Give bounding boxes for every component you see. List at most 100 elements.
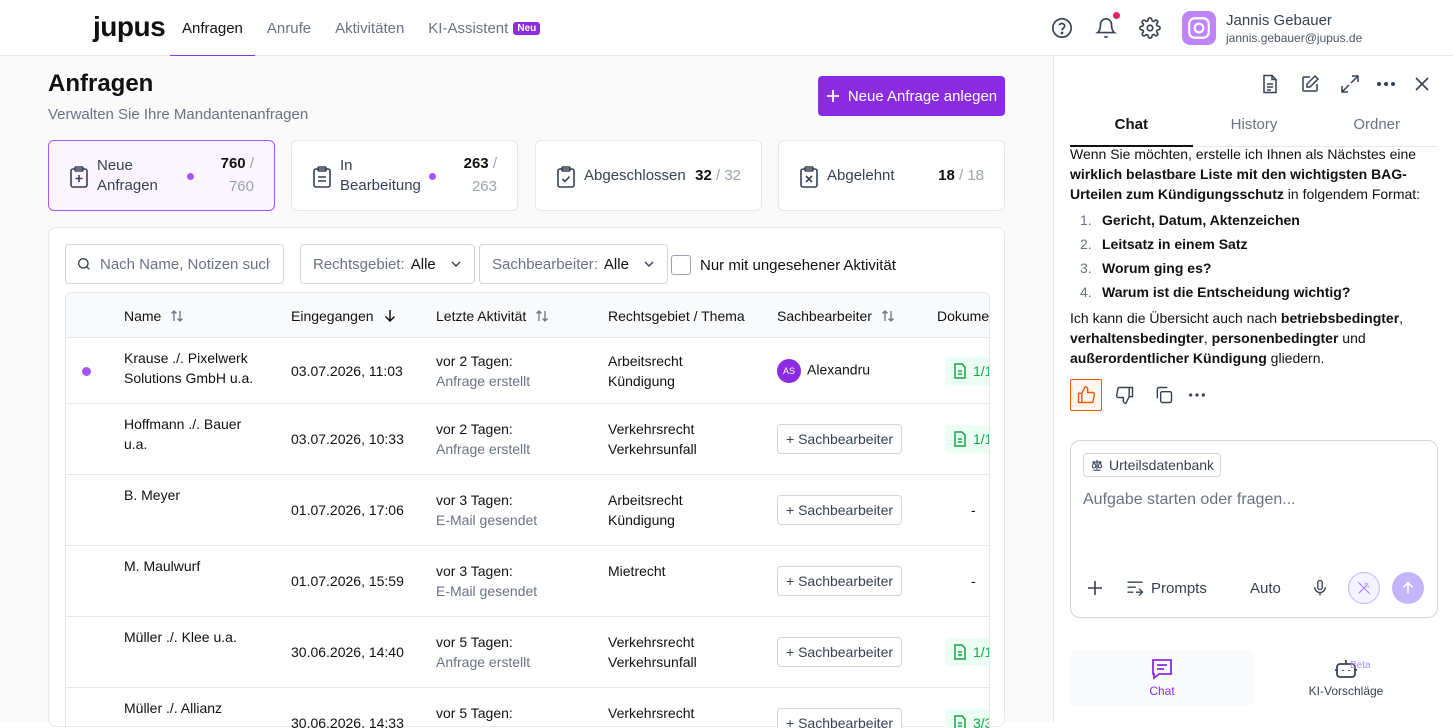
col-name[interactable]: Name [124, 293, 185, 338]
search-input[interactable] [100, 255, 270, 273]
microphone-icon[interactable] [1304, 572, 1336, 604]
help-icon[interactable] [1051, 17, 1073, 39]
stat-card-abgelehnt[interactable]: Abgelehnt 18 / 18 [778, 140, 1005, 211]
jupus-logo[interactable]: jupus [93, 11, 166, 43]
stat-card-neue-anfragen[interactable]: Neue Anfragen 760 / 760 [48, 140, 275, 211]
sachbearbeiter-filter[interactable]: Sachbearbeiter: Alle [479, 244, 668, 284]
magic-wand-icon[interactable] [1348, 572, 1380, 604]
document-icon[interactable] [1260, 74, 1280, 94]
more-options-icon[interactable] [1181, 379, 1213, 411]
add-sachbearbeiter-button[interactable]: + Sachbearbeiter [777, 637, 903, 667]
documents-badge[interactable]: 1/1 [945, 357, 989, 385]
nav-aktivitaeten-label: Aktivitäten [335, 19, 405, 37]
chip-label: Urteilsdatenbank [1109, 457, 1215, 473]
sort-icon [536, 309, 549, 322]
documents-none: - [971, 573, 976, 589]
chat-input[interactable] [1083, 491, 1423, 551]
copy-icon[interactable] [1148, 379, 1180, 411]
col-sachbearbeiter-label: Sachbearbeiter [777, 307, 872, 324]
row-activity: vor 5 Tagen: [436, 705, 513, 721]
sort-icon [171, 309, 184, 322]
nav-anrufe[interactable]: Anrufe [255, 0, 323, 56]
col-eingegangen[interactable]: Eingegangen [291, 293, 398, 338]
documents-badge[interactable]: 1/1 [945, 425, 989, 453]
inquiries-table-card: Rechtsgebiet: Alle Sachbearbeiter: Alle … [48, 227, 1005, 728]
urteilsdatenbank-chip[interactable]: Urteilsdatenbank [1083, 453, 1222, 477]
col-dokumente[interactable]: Dokumente [937, 293, 989, 338]
table-row[interactable]: Müller ./. Allianz 30.06.2026, 14:33 vor… [66, 688, 989, 728]
tab-chat[interactable]: Chat [1070, 103, 1193, 147]
thumbs-down-icon[interactable] [1109, 379, 1141, 411]
col-letzte-aktivitaet[interactable]: Letzte Aktivität [436, 293, 550, 338]
nav-ki-assistent-label: KI-Assistent [428, 19, 509, 37]
search-box[interactable] [65, 244, 284, 284]
bottom-tab-chat[interactable]: Chat [1070, 650, 1254, 706]
page-title: Anfragen [48, 70, 154, 97]
stat-label: Abgeschlossen [584, 167, 686, 184]
row-name: B. Meyer [124, 487, 181, 503]
add-attachment-button[interactable] [1085, 572, 1105, 604]
stat-label-2: Anfragen [97, 177, 158, 194]
more-options-icon[interactable] [1376, 74, 1396, 94]
chat-list: 1. Gericht, Datum, Aktenzeichen 2. Leitsat… [1070, 208, 1442, 304]
user-avatar[interactable] [1182, 11, 1216, 45]
col-sachbearbeiter[interactable]: Sachbearbeiter [777, 293, 896, 338]
nav-ki-assistent[interactable]: KI-Assistent Neu [416, 0, 552, 56]
mode-selector[interactable]: Auto [1250, 572, 1281, 604]
table-header: Name Eingegangen Letzte Aktivität Rechts… [66, 293, 989, 338]
send-arrow-icon[interactable] [1392, 572, 1424, 604]
prompts-button[interactable]: Prompts [1125, 572, 1207, 604]
table-row[interactable]: Müller ./. Klee u.a. 30.06.2026, 14:40 v… [66, 617, 989, 688]
new-inquiry-button[interactable]: Neue Anfrage anlegen [818, 76, 1005, 116]
documents-badge[interactable]: 1/1 [945, 638, 989, 666]
table-row[interactable]: Krause ./. Pixelwerk Solutions GmbH u.a. … [66, 338, 989, 404]
notification-dot [1113, 12, 1120, 19]
row-area: Arbeitsrecht Kündigung [608, 353, 683, 389]
table-row[interactable]: M. Maulwurf 01.07.2026, 15:59 vor 3 Tage… [66, 546, 989, 617]
tab-history[interactable]: History [1193, 103, 1316, 146]
document-icon [954, 431, 966, 447]
documents-none: - [971, 502, 976, 518]
close-icon[interactable] [1412, 74, 1432, 94]
clipboard-check-icon [556, 166, 576, 188]
side-tabs: Chat History Ordner [1070, 103, 1438, 147]
mode-label: Auto [1250, 579, 1281, 597]
plus-icon [1088, 581, 1102, 595]
tab-history-label: History [1230, 116, 1278, 133]
tab-ordner[interactable]: Ordner [1315, 103, 1438, 146]
stat-count: 18 / 18 [938, 167, 984, 184]
documents-badge[interactable]: 3/3 [945, 709, 989, 728]
stat-label-1: Neue [97, 157, 133, 174]
bottom-tab-ki-vorschlaege[interactable]: KI-Vorschläge Beta [1254, 650, 1438, 706]
add-sachbearbeiter-button[interactable]: + Sachbearbeiter [777, 495, 903, 525]
table-row[interactable]: B. Meyer 01.07.2026, 17:06 vor 3 Tagen: E… [66, 475, 989, 546]
edit-icon[interactable] [1300, 74, 1320, 94]
stat-card-in-bearbeitung[interactable]: In Bearbeitung 263 / 263 [291, 140, 518, 211]
row-area: Verkehrsrecht [608, 705, 695, 721]
document-icon [954, 363, 966, 379]
settings-gear-icon[interactable] [1139, 17, 1161, 39]
col-rechtsgebiet[interactable]: Rechtsgebiet / Thema [608, 293, 745, 338]
row-sachbearbeiter[interactable]: AS Alexandru [777, 359, 870, 383]
rechtsgebiet-filter[interactable]: Rechtsgebiet: Alle [300, 244, 475, 284]
user-name[interactable]: Jannis Gebauer [1226, 12, 1332, 29]
add-sachbearbeiter-button[interactable]: + Sachbearbeiter [777, 424, 903, 454]
bell-icon[interactable] [1095, 17, 1117, 39]
row-activity: vor 2 Tagen: Anfrage erstellt [436, 421, 531, 457]
row-date: 30.06.2026, 14:40 [291, 644, 404, 660]
add-sachbearbeiter-button[interactable]: + Sachbearbeiter [777, 708, 903, 728]
table-row[interactable]: Hoffmann ./. Bauer u.a. 03.07.2026, 10:33… [66, 404, 989, 475]
unseen-activity-label[interactable]: Nur mit ungesehener Aktivität [700, 257, 896, 274]
stat-total: 760 [228, 178, 254, 195]
nav-aktivitaeten[interactable]: Aktivitäten [323, 0, 416, 56]
thumbs-up-icon[interactable] [1070, 379, 1102, 411]
unseen-activity-checkbox[interactable] [671, 255, 691, 275]
filter-value: Alle [603, 255, 629, 273]
filter-label: Rechtsgebiet: [313, 255, 405, 273]
add-sachbearbeiter-button[interactable]: + Sachbearbeiter [777, 566, 903, 596]
arrow-down-icon [384, 309, 395, 322]
expand-icon[interactable] [1340, 74, 1360, 94]
nav-anfragen[interactable]: Anfragen [170, 0, 255, 57]
stat-card-abgeschlossen[interactable]: Abgeschlossen 32 / 32 [535, 140, 762, 211]
row-name: M. Maulwurf [124, 558, 201, 574]
